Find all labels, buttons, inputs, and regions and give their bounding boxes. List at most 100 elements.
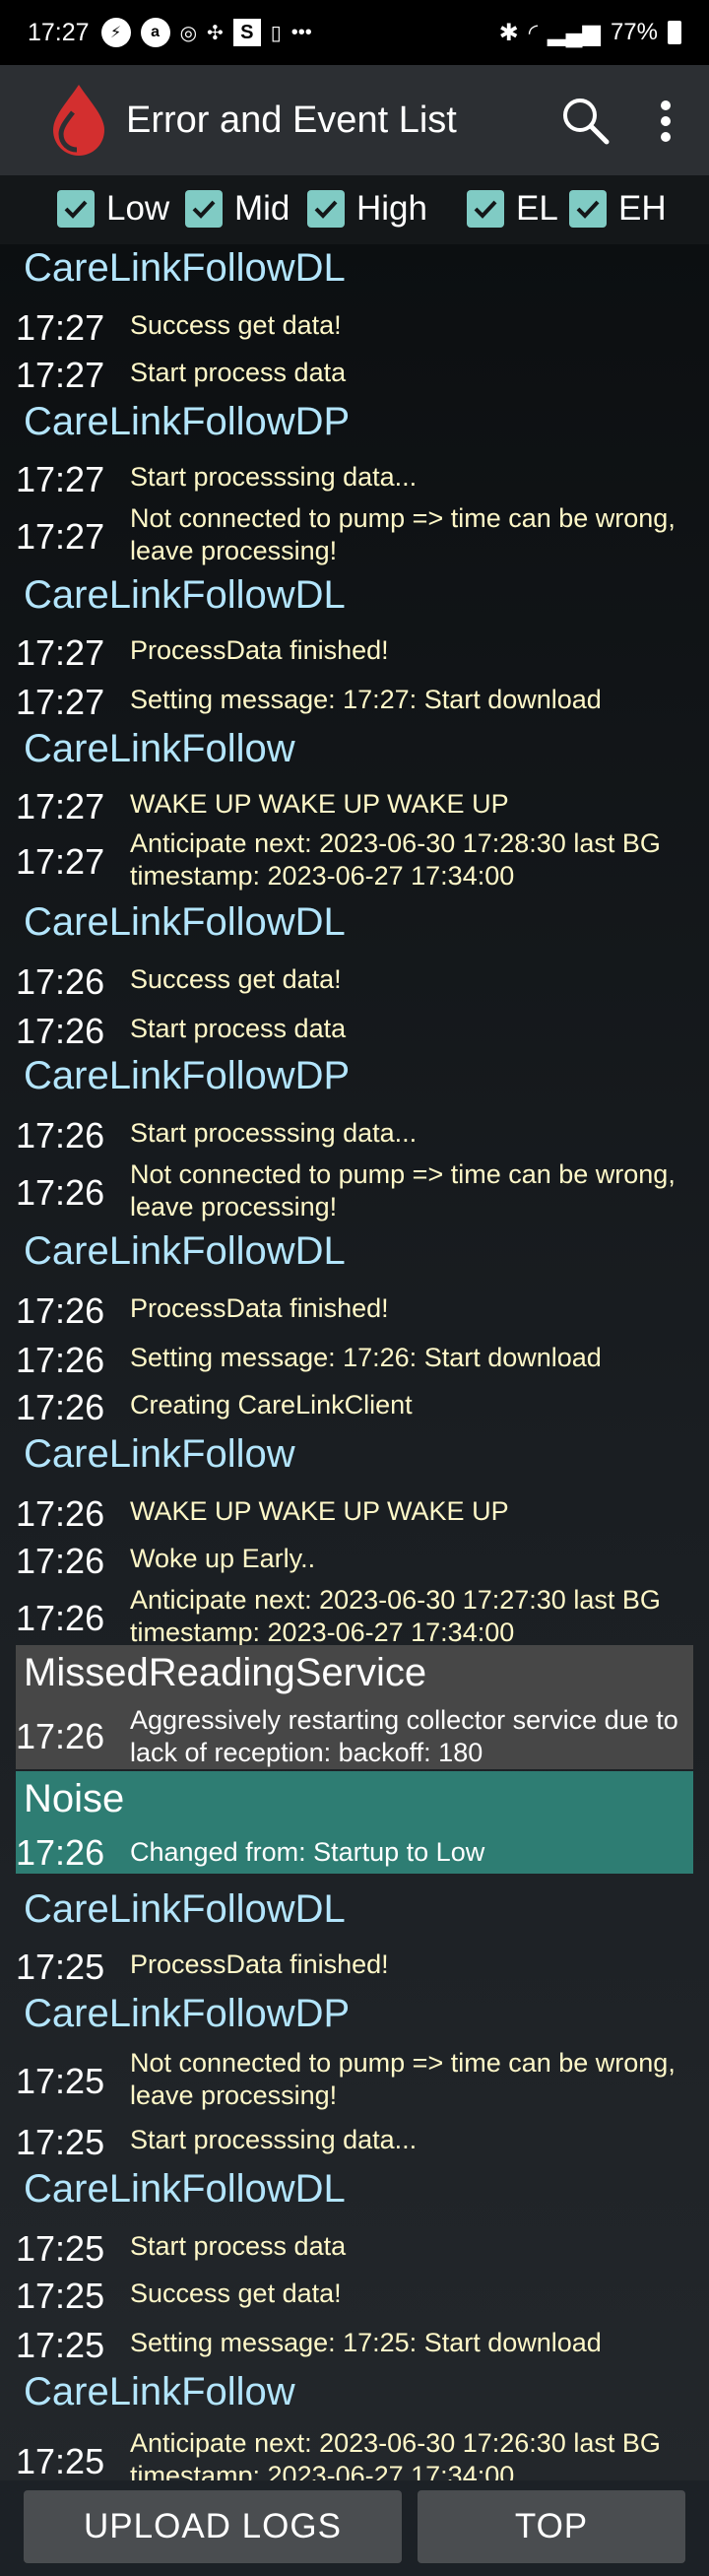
log-entry-time: 17:26 bbox=[16, 1011, 105, 1051]
log-entry-time: 17:27 bbox=[16, 355, 105, 395]
log-entry-time: 17:26 bbox=[16, 1493, 105, 1534]
log-entry-time: 17:26 bbox=[16, 1290, 105, 1331]
log-entry-time: 17:26 bbox=[16, 1340, 105, 1380]
log-entry-time: 17:26 bbox=[16, 1832, 105, 1873]
missed-reading-block: MissedReadingService 17:26 Aggressively re… bbox=[16, 1645, 693, 1769]
log-source-header: CareLinkFollowDP bbox=[24, 1992, 351, 2035]
log-entry-message: Creating CareLinkClient bbox=[130, 1390, 413, 1420]
log-source-header: MissedReadingService bbox=[24, 1651, 427, 1694]
blood-drop-logo-icon bbox=[53, 85, 104, 156]
log-entry-time: 17:27 bbox=[16, 516, 105, 557]
wifi-icon: ◜ bbox=[528, 19, 539, 46]
log-entry-message: Start process data bbox=[130, 358, 347, 387]
overflow-menu-icon[interactable] bbox=[646, 99, 685, 144]
log-entry-time: 17:27 bbox=[16, 841, 105, 882]
log-source-header: CareLinkFollowDL bbox=[24, 246, 346, 290]
log-source-header: CareLinkFollowDL bbox=[24, 1887, 346, 1931]
top-button[interactable]: TOP bbox=[418, 2490, 685, 2563]
log-entry-time: 17:26 bbox=[16, 1172, 105, 1213]
log-entry-time: 17:25 bbox=[16, 2122, 105, 2162]
filter-eh[interactable]: EH bbox=[569, 187, 667, 231]
checkbox-checked-icon[interactable] bbox=[569, 190, 607, 228]
log-source-header: CareLinkFollowDL bbox=[24, 2167, 346, 2211]
log-entry-message: Not connected to pump => time can be wro… bbox=[130, 1159, 676, 1222]
log-entry-time: 17:27 bbox=[16, 459, 105, 499]
log-entry-message: Changed from: Startup to Low bbox=[130, 1837, 485, 1867]
filter-label: EL bbox=[516, 189, 558, 228]
filter-mid[interactable]: Mid bbox=[185, 187, 290, 231]
log-entry-message: ProcessData finished! bbox=[130, 635, 389, 665]
log-entry-message: Success get data! bbox=[130, 2279, 342, 2308]
log-source-header: CareLinkFollowDP bbox=[24, 1054, 351, 1097]
log-entry-message: Aggressively restarting collector servic… bbox=[130, 1705, 678, 1767]
log-entry-message: Setting message: 17:26: Start download bbox=[130, 1343, 602, 1372]
log-source-header: Noise bbox=[24, 1777, 125, 1820]
log-entry-time: 17:27 bbox=[16, 786, 105, 826]
checkbox-checked-icon[interactable] bbox=[185, 190, 223, 228]
log-entry-message: Start process data bbox=[130, 2231, 347, 2261]
filter-label: Low bbox=[106, 189, 170, 228]
log-entry-time: 17:25 bbox=[16, 2228, 105, 2269]
log-entry-time: 17:25 bbox=[16, 1947, 105, 1987]
checkbox-checked-icon[interactable] bbox=[467, 190, 504, 228]
log-source-header: CareLinkFollow bbox=[24, 727, 295, 770]
gps-icon: ◎ bbox=[179, 22, 198, 44]
log-source-header: CareLinkFollowDL bbox=[24, 1229, 346, 1273]
log-entry-message: ProcessData finished! bbox=[130, 1293, 389, 1323]
log-entry-time: 17:25 bbox=[16, 2276, 105, 2316]
log-source-header: CareLinkFollow bbox=[24, 2370, 295, 2413]
status-time: 17:27 bbox=[28, 18, 90, 46]
battery-saver-icon: ▯ bbox=[270, 22, 282, 44]
log-entry-time: 17:25 bbox=[16, 2441, 105, 2480]
log-entry-message: Anticipate next: 2023-06-30 17:27:30 las… bbox=[130, 1585, 661, 1647]
status-bar: 17:27 ⚡ a ◎ ✣ S ▯ ••• ✱ ◜ ▂▄▆ 77% bbox=[0, 0, 709, 65]
app-bar: Error and Event List bbox=[0, 65, 709, 175]
filter-label: EH bbox=[618, 189, 667, 228]
filter-high[interactable]: High bbox=[307, 187, 427, 231]
log-entry-time: 17:26 bbox=[16, 1716, 105, 1756]
more-icon: ••• bbox=[290, 21, 312, 43]
upload-logs-button[interactable]: UPLOAD LOGS bbox=[24, 2490, 402, 2563]
log-entry-message: Anticipate next: 2023-06-30 17:26:30 las… bbox=[130, 2428, 661, 2480]
log-entry-message: WAKE UP WAKE UP WAKE UP bbox=[130, 1496, 509, 1526]
battery-icon bbox=[668, 21, 681, 44]
log-entry-time: 17:26 bbox=[16, 961, 105, 1002]
log-source-header: CareLinkFollow bbox=[24, 1432, 295, 1476]
log-entry-message: Start process data bbox=[130, 1014, 347, 1043]
filter-el[interactable]: EL bbox=[467, 187, 558, 231]
page-title: Error and Event List bbox=[126, 99, 457, 141]
log-entry-message: WAKE UP WAKE UP WAKE UP bbox=[130, 789, 509, 819]
checkbox-checked-icon[interactable] bbox=[307, 190, 345, 228]
log-entry-time: 17:25 bbox=[16, 2325, 105, 2365]
log-entry-message: Not connected to pump => time can be wro… bbox=[130, 2048, 676, 2110]
log-entry-message: Success get data! bbox=[130, 310, 342, 340]
log-entry-time: 17:26 bbox=[16, 1387, 105, 1427]
abbott-icon: a bbox=[140, 18, 170, 47]
noise-block: Noise 17:26 Changed from: Startup to Low bbox=[16, 1771, 693, 1874]
filter-label: High bbox=[356, 189, 427, 228]
search-icon[interactable] bbox=[559, 95, 611, 146]
log-entry-message: Start processsing data... bbox=[130, 462, 418, 492]
log-entry-time: 17:26 bbox=[16, 1598, 105, 1638]
log-source-header: CareLinkFollowDL bbox=[24, 900, 346, 944]
log-entry-time: 17:26 bbox=[16, 1115, 105, 1156]
battery-percent: 77% bbox=[610, 19, 658, 45]
log-entry-message: Anticipate next: 2023-06-30 17:28:30 las… bbox=[130, 828, 661, 891]
s-icon: S bbox=[232, 19, 261, 46]
filter-low[interactable]: Low bbox=[57, 187, 169, 231]
log-entry-message: ProcessData finished! bbox=[130, 1949, 389, 1979]
log-source-header: CareLinkFollowDP bbox=[24, 400, 351, 443]
log-entry-message: Start processsing data... bbox=[130, 1118, 418, 1148]
log-entry-message: Not connected to pump => time can be wro… bbox=[130, 503, 676, 565]
bluetooth-icon: ✱ bbox=[498, 19, 519, 46]
log-entry-time: 17:25 bbox=[16, 2061, 105, 2101]
event-log-list[interactable]: CareLinkFollowDL 17:27 Success get data! 17… bbox=[0, 244, 709, 2480]
log-entry-message: Start processsing data... bbox=[130, 2125, 418, 2154]
level-filter-bar: Low Mid High EL EH bbox=[0, 175, 709, 244]
checkbox-checked-icon[interactable] bbox=[57, 190, 95, 228]
log-entry-message: Setting message: 17:27: Start download bbox=[130, 685, 602, 714]
dots-icon: ✣ bbox=[207, 22, 224, 44]
flash-icon: ⚡ bbox=[100, 18, 131, 47]
filter-label: Mid bbox=[234, 189, 290, 228]
log-entry-message: Woke up Early.. bbox=[130, 1544, 316, 1573]
